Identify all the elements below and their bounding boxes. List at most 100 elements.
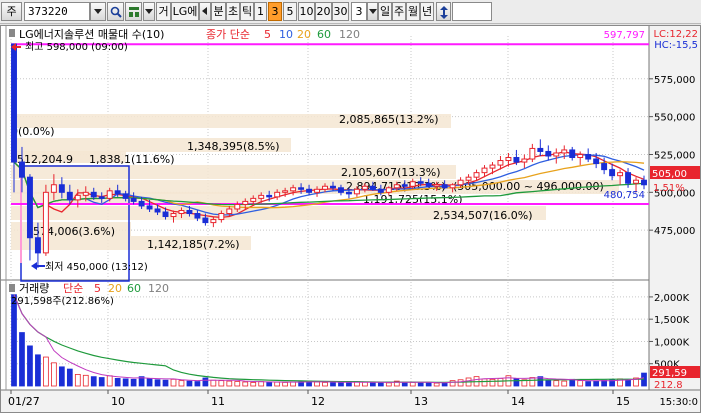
volume-profile-label: 0(0.0%) [11,125,55,138]
candle-body [513,157,520,163]
candle-body [585,153,592,160]
price-tick-label: 475,000 [654,226,695,237]
volume-bar [593,380,600,387]
volume-bar [513,378,520,387]
interval-1[interactable]: 1 [254,2,267,21]
interval-5[interactable]: 5 [283,2,297,21]
candle-body [82,191,89,196]
period-unit-label: 분 [213,5,224,18]
settings-dropdown-button[interactable] [143,2,155,21]
interval-label: 30 [333,5,348,18]
volume-tick-label: 1,500K [654,315,690,326]
interval-20[interactable]: 20 [315,2,332,21]
volume-bar [282,382,289,387]
interval-10[interactable]: 10 [298,2,315,21]
legend-marker [9,29,15,37]
interval-3[interactable]: 3 [268,2,282,21]
candle-body [609,169,616,177]
candle-body [11,43,17,163]
volume-bar [481,378,488,387]
market-label: 주 [6,5,17,18]
chart-settings-button[interactable] [125,2,142,21]
period-unit-second[interactable]: 초 [226,2,240,21]
period-prev-button[interactable] [199,2,211,21]
chart-area[interactable]: 575,000 550,000 525,000 500,000 475,000 0(0.0… [0,25,701,413]
range-year[interactable]: 년 [420,2,434,21]
candle-body [106,190,113,199]
volume-profile-label: 1,838,1(11.6%) [89,153,175,166]
volume-bar [170,378,177,387]
volume-bar [338,382,344,387]
range-month[interactable]: 월 [406,2,420,21]
volume-ma-legend-period: 60 [127,282,141,295]
scroll-toggle-button[interactable] [436,2,451,21]
volume-bar [569,378,576,387]
volume-bar [385,382,392,387]
code-dropdown-button[interactable] [90,2,106,21]
volume-bar [130,378,137,387]
range-day[interactable]: 일 [378,2,392,21]
stock-name-field[interactable]: LG에 [171,2,199,21]
interval-30[interactable]: 30 [332,2,349,21]
candle-body [601,163,608,171]
volume-bar [529,377,536,387]
volume-bar [369,382,376,387]
volume-bar [114,378,121,387]
volume-subtitle: 291,598주(212.86%) [11,296,114,307]
volume-ma-legend-period: 20 [108,282,122,295]
second-label: 초 [227,5,239,18]
x-axis-label: 01/27 [8,395,40,408]
volume-bar [122,378,129,387]
volume-bar [82,374,89,387]
range-label: 일 [379,5,391,18]
candle-body [290,187,297,192]
candle-body [250,197,257,202]
volume-bar [585,381,592,387]
ma-legend-period: 60 [317,28,331,41]
candle-body [226,208,233,215]
chevron-down-icon [145,9,153,14]
candle-body [242,200,249,205]
volume-bar [561,380,568,387]
candle-body [138,200,145,207]
candle-body [401,184,408,187]
candle-body [425,182,432,187]
interval-label: 20 [316,5,331,18]
market-select[interactable]: 주 [1,2,22,21]
volume-bar [290,381,296,387]
candle-body [306,188,313,193]
candle-body [353,188,360,195]
candle-body [521,158,528,163]
volume-bar [266,381,273,387]
candle-body [561,149,568,154]
count-input[interactable]: 3 [351,2,367,21]
range-label: 주 [393,5,405,18]
candle-body [417,181,424,184]
ma-value-label: 480,754 [604,190,645,201]
stock-code-input[interactable]: 373220 [24,2,90,21]
volume-bar [449,380,456,387]
candle-body [66,191,73,201]
volume-bar [202,377,209,387]
candle-body [266,194,273,198]
blank-input[interactable] [452,2,492,21]
toolbar: 주 373220 거 LG에 분 초 틱 1 3 5 10 20 30 3 일 … [0,0,701,24]
candle-body [194,213,201,219]
count-dropdown-button[interactable] [367,2,378,21]
candle-body [529,147,536,160]
period-unit-tick[interactable]: 틱 [240,2,254,21]
type-toggle[interactable]: 거 [156,2,171,21]
candle-body [433,184,440,187]
volume-bar [545,379,552,387]
range-week[interactable]: 주 [392,2,406,21]
candle-body [322,185,328,190]
price-chart[interactable]: 575,000550,000525,000500,000475,0000(0.0… [1,26,700,412]
candle-body [449,184,456,189]
volume-bar [218,380,225,387]
search-button[interactable] [107,2,124,21]
candle-body [58,184,65,193]
chevron-left-icon [202,7,207,15]
period-unit-minute[interactable]: 분 [211,2,226,21]
volume-bar [234,381,241,387]
lc-label: LC:12,22 [653,29,698,40]
